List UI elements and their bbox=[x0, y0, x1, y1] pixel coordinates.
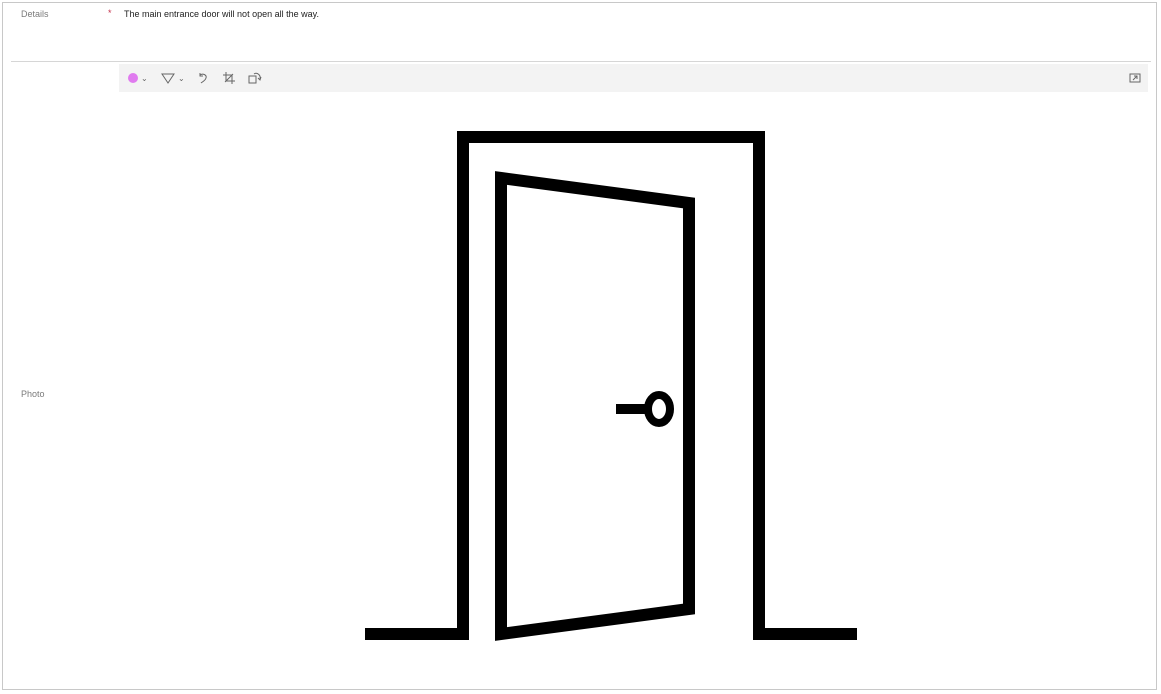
door-icon bbox=[365, 131, 857, 641]
expand-button[interactable] bbox=[1129, 64, 1141, 92]
details-label: Details bbox=[21, 9, 49, 19]
undo-icon bbox=[199, 73, 207, 84]
expand-icon bbox=[1129, 73, 1141, 83]
undo-button[interactable] bbox=[197, 64, 209, 92]
photo-canvas[interactable] bbox=[119, 93, 1148, 689]
eraser-button[interactable]: ⌄ bbox=[161, 64, 185, 92]
rotate-button[interactable] bbox=[248, 64, 262, 92]
details-field[interactable]: The main entrance door will not open all… bbox=[124, 9, 319, 19]
chevron-down-icon: ⌄ bbox=[141, 73, 148, 83]
crop-button[interactable] bbox=[223, 64, 235, 92]
door-panel bbox=[495, 171, 695, 641]
required-indicator: * bbox=[108, 8, 112, 18]
door-knob bbox=[644, 391, 674, 427]
form-container: Details * The main entrance door will no… bbox=[2, 2, 1157, 690]
crop-icon bbox=[223, 72, 235, 84]
divider bbox=[11, 61, 1151, 62]
door-frame bbox=[365, 131, 857, 640]
color-dot-icon bbox=[128, 73, 138, 83]
chevron-down-icon: ⌄ bbox=[178, 73, 185, 83]
eraser-icon bbox=[161, 73, 175, 84]
rotate-icon bbox=[248, 72, 262, 84]
image-edit-toolbar: ⌄ ⌄ bbox=[119, 64, 1148, 92]
pen-color-button[interactable]: ⌄ bbox=[128, 64, 148, 92]
photo-label: Photo bbox=[21, 389, 45, 399]
